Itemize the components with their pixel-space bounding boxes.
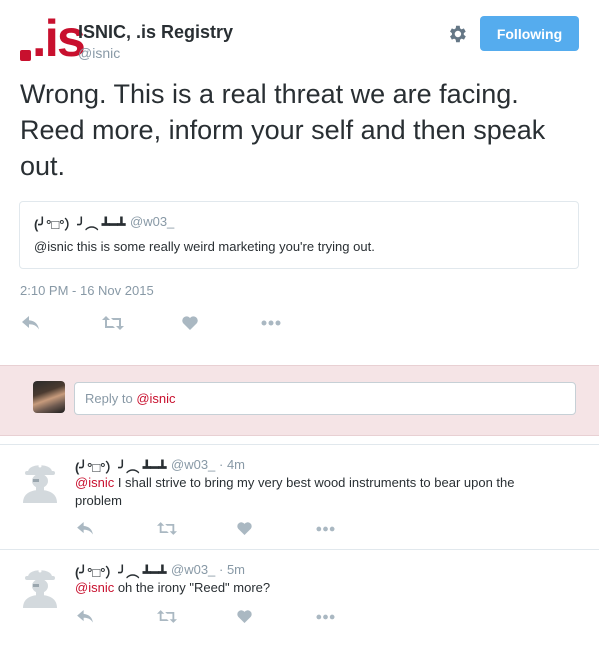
user-avatar[interactable] (33, 381, 65, 413)
retweet-icon[interactable] (157, 610, 177, 623)
reply-author-handle[interactable]: @w03_ (171, 457, 215, 472)
reply-text: @isnic I shall strive to bring my very b… (75, 474, 565, 510)
isnic-logo[interactable]: .is (16, 10, 86, 68)
reply-icon[interactable] (77, 610, 94, 623)
logo-dot (20, 50, 31, 61)
quoted-tweet-text: @isnic this is some really weird marketi… (34, 239, 375, 254)
gear-icon[interactable] (446, 23, 468, 45)
retweet-icon[interactable] (157, 522, 177, 535)
reply-body: oh the irony "Reed" more? (114, 580, 271, 595)
tweet-text: Wrong. This is a real threat we are faci… (20, 79, 546, 181)
reply-text: @isnic oh the irony "Reed" more? (75, 579, 565, 597)
account-name[interactable]: ISNIC, .is Registry (78, 22, 233, 43)
reply-icon[interactable] (22, 316, 40, 330)
reply-tweet[interactable]: (╯°□°）╯︵ ┻━┻ @w03_ · 5m @isnic oh the ir… (0, 549, 599, 652)
more-icon[interactable] (316, 614, 335, 620)
following-button[interactable]: Following (480, 16, 579, 51)
reply-body: I shall strive to bring my very best woo… (75, 475, 515, 508)
heart-icon[interactable] (237, 522, 252, 535)
retweet-icon[interactable] (102, 316, 124, 330)
quoted-tweet-handle: @w03_ (130, 214, 175, 229)
reply-mention: @isnic (136, 391, 176, 406)
tweet-timestamp[interactable]: 2:10 PM - 16 Nov 2015 (20, 283, 154, 298)
logo-text: .is (32, 10, 86, 68)
quoted-tweet[interactable]: (╯°□°）╯︵ ┻━┻ @w03_ @isnic this is some r… (19, 201, 579, 269)
reply-mention[interactable]: @isnic (75, 475, 114, 490)
reply-mention[interactable]: @isnic (75, 580, 114, 595)
tweet-actions (20, 314, 300, 334)
heart-icon[interactable] (237, 610, 252, 623)
heart-icon[interactable] (182, 316, 198, 330)
pirate-avatar-icon[interactable] (19, 457, 61, 503)
more-icon[interactable] (316, 526, 335, 532)
account-handle[interactable]: @isnic (78, 45, 120, 61)
reply-icon[interactable] (77, 522, 94, 535)
quoted-tweet-name: (╯°□°）╯︵ ┻━┻ (34, 217, 126, 232)
reply-time[interactable]: · 5m (219, 562, 245, 577)
reply-input[interactable]: Reply to @isnic (74, 382, 576, 415)
reply-author-handle[interactable]: @w03_ (171, 562, 215, 577)
reply-tweet[interactable]: (╯°□°）╯︵ ┻━┻ @w03_ · 4m @isnic I shall s… (0, 444, 599, 549)
reply-time[interactable]: · 4m (219, 457, 245, 472)
more-icon[interactable] (261, 320, 281, 326)
pirate-avatar-icon[interactable] (19, 562, 61, 608)
reply-prefix: Reply to (85, 391, 137, 406)
